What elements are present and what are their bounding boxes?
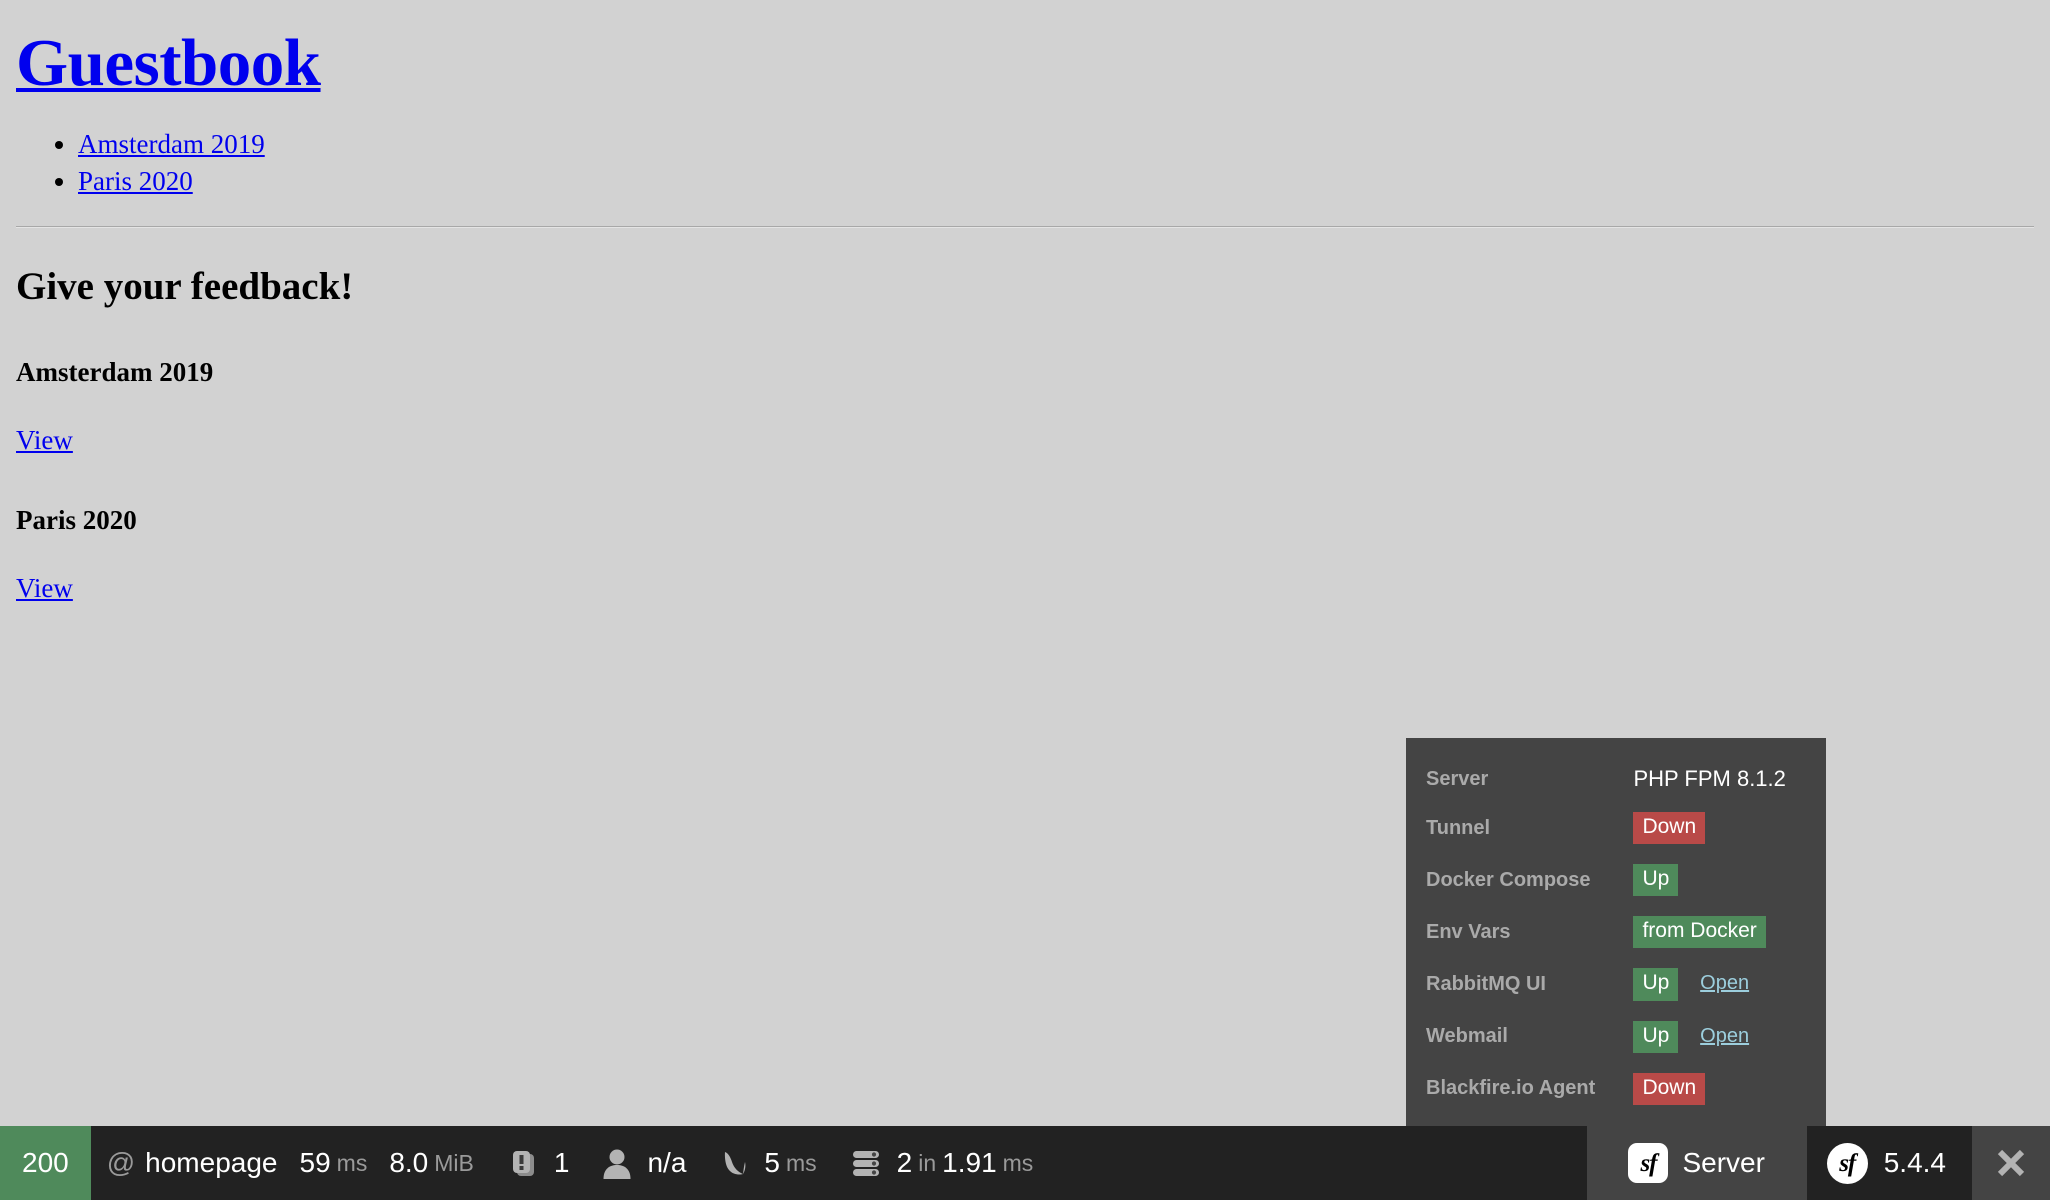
divider <box>16 226 2034 228</box>
php-version-value: PHP FPM 8.1.2 <box>1633 766 1785 791</box>
memory-unit: MiB <box>434 1150 474 1177</box>
symfony-version-value: 5.4.4 <box>1884 1147 1946 1179</box>
nav-link-paris-2020[interactable]: Paris 2020 <box>78 166 193 196</box>
toolbar-close-button[interactable] <box>1972 1126 2050 1200</box>
toolbar-status-code[interactable]: 200 <box>0 1126 91 1200</box>
doctrine-time-unit: ms <box>1003 1150 1034 1177</box>
toolbar-doctrine-block[interactable]: 2 in 1.91 ms <box>833 1126 1050 1200</box>
symfony-logo-icon: sf <box>1628 1143 1668 1183</box>
symfony-web-debug-toolbar: 200 @ homepage 59 ms 8.0 MiB 1 n/a <box>0 1126 2050 1200</box>
user-icon <box>601 1146 633 1180</box>
table-row: Server PHP FPM 8.1.2 <box>1426 756 1806 802</box>
list-item: Amsterdam 2019 <box>78 126 2034 163</box>
symfony-logo-glyph: sf <box>1640 1151 1656 1176</box>
toolbar-request-block[interactable]: @ homepage 59 ms 8.0 MiB <box>91 1126 490 1200</box>
view-link[interactable]: View <box>16 425 73 455</box>
status-badge: Up <box>1633 968 1678 1000</box>
entry-heading-paris-2020: Paris 2020 <box>16 505 2034 536</box>
row-label-rabbitmq-ui: RabbitMQ UI <box>1426 958 1633 1010</box>
toolbar-logs-block[interactable]: 1 <box>490 1126 586 1200</box>
twig-leaf-icon <box>718 1146 750 1180</box>
twig-value: 5 <box>764 1147 780 1179</box>
row-label-docker-compose: Docker Compose <box>1426 854 1633 906</box>
toolbar-symfony-server-block[interactable]: sf Server <box>1587 1126 1807 1200</box>
status-code-value: 200 <box>22 1147 69 1179</box>
toolbar-spacer <box>1049 1126 1586 1200</box>
row-label-env-vars: Env Vars <box>1426 906 1633 958</box>
row-value-server: PHP FPM 8.1.2 <box>1633 756 1806 802</box>
row-label-tunnel: Tunnel <box>1426 802 1633 854</box>
duration-unit: ms <box>337 1150 368 1177</box>
toolbar-symfony-version-block[interactable]: sf 5.4.4 <box>1807 1126 1972 1200</box>
table-row: Webmail Up Open <box>1426 1011 1806 1063</box>
table-row: Docker Compose Up <box>1426 854 1806 906</box>
security-user: n/a <box>647 1147 686 1179</box>
symfony-server-info-panel: Server PHP FPM 8.1.2 Tunnel Down Docker … <box>1406 738 1826 1126</box>
twig-unit: ms <box>786 1150 817 1177</box>
page-content: Guestbook Amsterdam 2019 Paris 2020 Give… <box>0 0 2050 604</box>
symfony-logo-icon: sf <box>1827 1143 1868 1184</box>
open-link-rabbitmq-ui[interactable]: Open <box>1700 972 1749 994</box>
status-badge: Up <box>1633 1021 1678 1053</box>
row-label-blackfire-agent: Blackfire.io Agent <box>1426 1063 1633 1115</box>
entry-heading-amsterdam-2019: Amsterdam 2019 <box>16 357 2034 388</box>
table-row: Blackfire.io Agent Down <box>1426 1063 1806 1115</box>
memory-value: 8.0 <box>389 1147 428 1179</box>
status-badge: Up <box>1633 864 1678 896</box>
route-name: homepage <box>145 1147 277 1179</box>
entry-view-paris-2020: View <box>16 572 2034 604</box>
logs-count: 1 <box>554 1147 570 1179</box>
row-value-tunnel: Down <box>1633 802 1806 854</box>
conference-nav-list: Amsterdam 2019 Paris 2020 <box>16 126 2034 200</box>
server-status-table: Server PHP FPM 8.1.2 Tunnel Down Docker … <box>1426 756 1806 1115</box>
row-value-env-vars: from Docker <box>1633 906 1806 958</box>
view-link[interactable]: View <box>16 573 73 603</box>
table-row: RabbitMQ UI Up Open <box>1426 958 1806 1010</box>
duration-value: 59 <box>300 1147 331 1179</box>
database-icon <box>849 1146 883 1180</box>
status-badge: Down <box>1633 812 1705 844</box>
close-icon <box>1992 1144 2030 1182</box>
page-title: Guestbook <box>16 28 2034 98</box>
site-title-link[interactable]: Guestbook <box>16 26 321 100</box>
feedback-heading: Give your feedback! <box>16 266 2034 309</box>
row-value-docker-compose: Up <box>1633 854 1806 906</box>
doctrine-in-label: in <box>918 1150 936 1177</box>
row-label-server: Server <box>1426 756 1633 802</box>
status-badge: from Docker <box>1633 916 1765 948</box>
row-value-blackfire-agent: Down <box>1633 1063 1806 1115</box>
entry-view-amsterdam-2019: View <box>16 424 2034 456</box>
open-link-webmail[interactable]: Open <box>1700 1025 1749 1047</box>
table-row: Tunnel Down <box>1426 802 1806 854</box>
at-symbol: @ <box>107 1147 135 1179</box>
symfony-logo-glyph: sf <box>1839 1151 1855 1176</box>
toolbar-twig-block[interactable]: 5 ms <box>702 1126 832 1200</box>
doctrine-time-value: 1.91 <box>942 1147 997 1179</box>
list-item: Paris 2020 <box>78 163 2034 200</box>
doctrine-query-count: 2 <box>897 1147 913 1179</box>
server-block-label: Server <box>1682 1147 1764 1179</box>
logs-icon <box>506 1146 540 1180</box>
row-label-webmail: Webmail <box>1426 1011 1633 1063</box>
table-row: Env Vars from Docker <box>1426 906 1806 958</box>
nav-link-amsterdam-2019[interactable]: Amsterdam 2019 <box>78 129 265 159</box>
row-value-rabbitmq-ui: Up Open <box>1633 958 1806 1010</box>
row-value-webmail: Up Open <box>1633 1011 1806 1063</box>
toolbar-security-block[interactable]: n/a <box>585 1126 702 1200</box>
status-badge: Down <box>1633 1073 1705 1105</box>
